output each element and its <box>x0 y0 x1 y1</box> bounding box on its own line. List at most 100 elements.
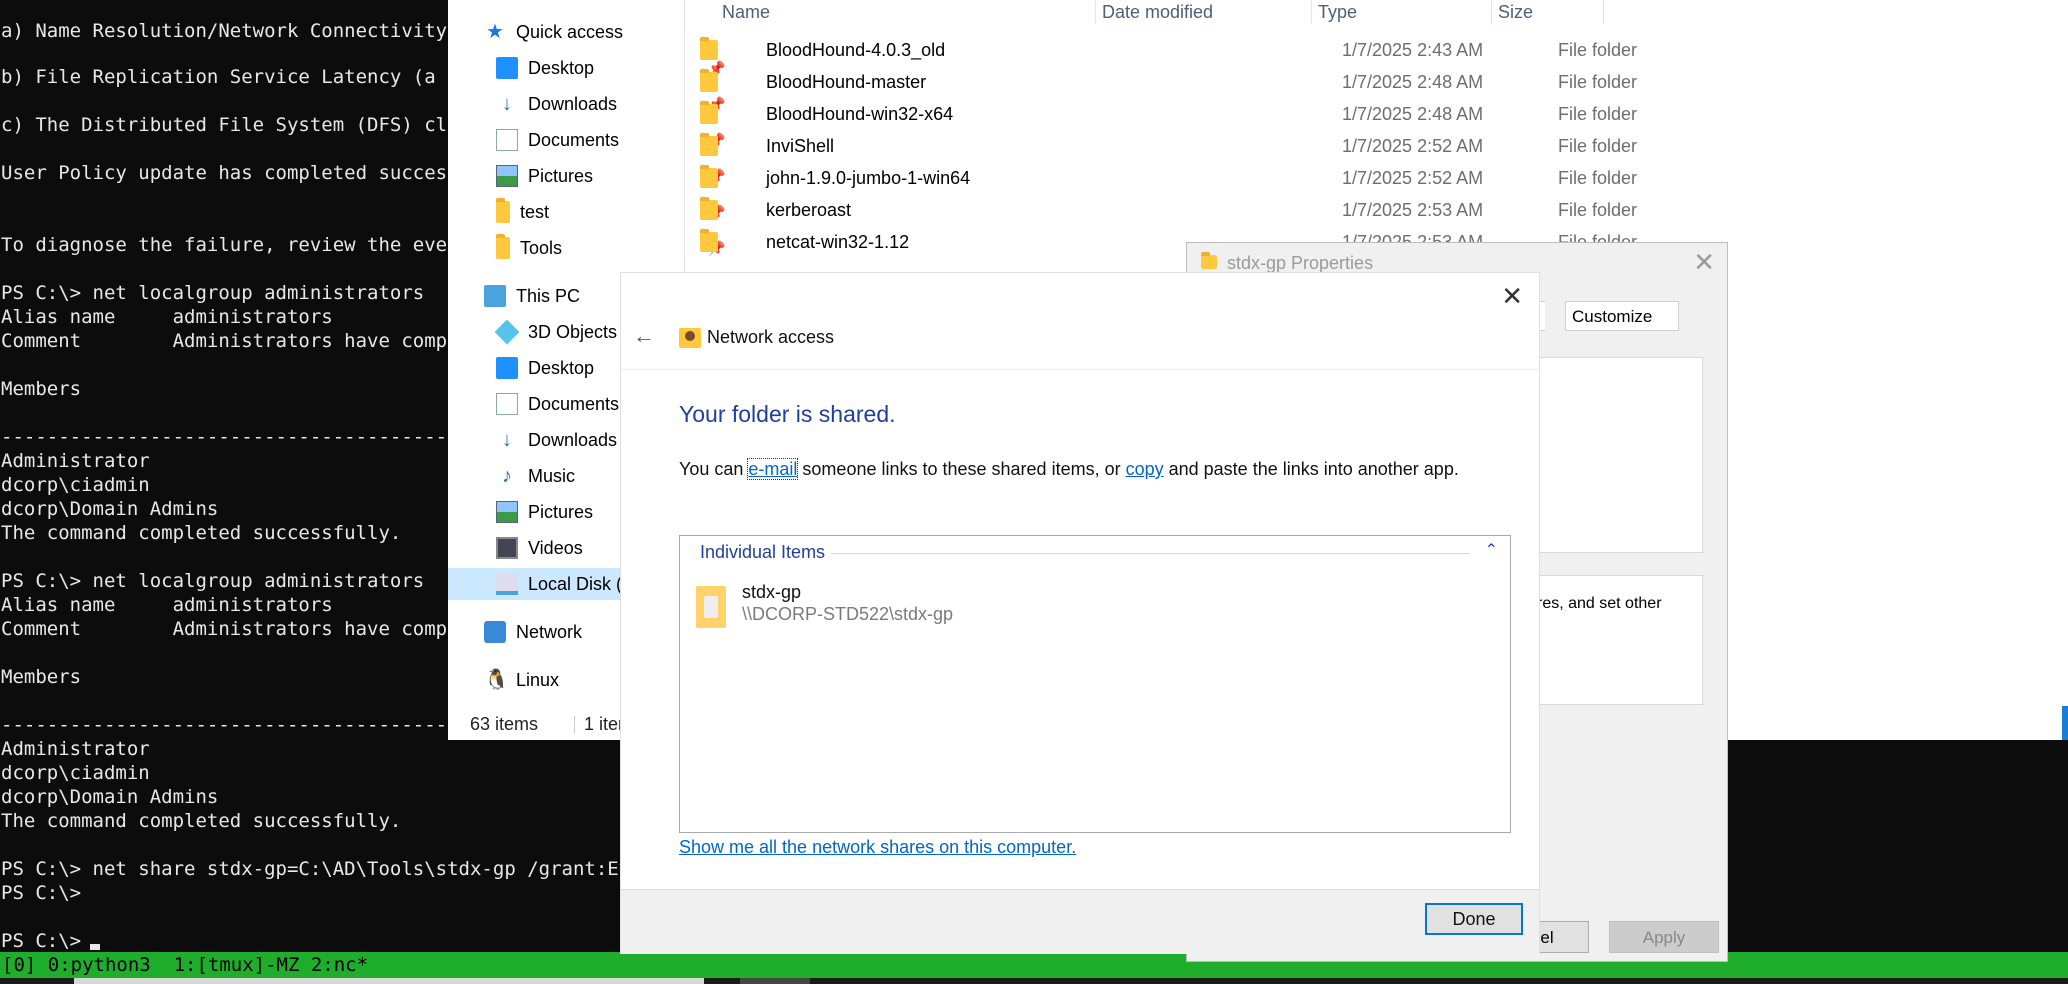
file-name: john-1.9.0-jumbo-1-win64 <box>766 168 971 188</box>
documents-icon <box>496 393 518 415</box>
back-arrow-icon[interactable]: ← <box>633 323 655 349</box>
group-divider <box>830 553 1470 554</box>
folder-icon <box>700 69 718 92</box>
file-name: BloodHound-master <box>766 72 927 92</box>
terminal-line: The command completed successfully. <box>1 810 402 832</box>
file-date: 1/7/2025 2:53 AM <box>1342 200 1484 220</box>
dialog-heading: Your folder is shared. <box>679 401 896 427</box>
downloads-icon: ↓ <box>502 429 512 451</box>
pictures-icon <box>496 501 518 523</box>
file-name: kerberoast <box>766 200 852 220</box>
terminal-line: a) Name Resolution/Network Connectivity … <box>1 20 470 42</box>
file-type: File folder <box>1558 136 1638 156</box>
nav-label: Local Disk (C <box>528 574 636 594</box>
videos-icon <box>496 537 518 559</box>
nav-videos[interactable]: Videos <box>496 532 583 564</box>
column-header-date[interactable]: Date modified <box>1096 0 1312 24</box>
file-row[interactable]: InviShell 1/7/2025 2:52 AM File folder <box>684 130 1732 162</box>
terminal-line: The command completed successfully. <box>1 522 402 544</box>
column-header-size[interactable]: Size <box>1492 0 1604 24</box>
cube-icon <box>494 319 520 345</box>
terminal-line: User Policy update has completed success… <box>1 162 470 184</box>
nav-pc-documents[interactable]: Documents <box>496 388 619 420</box>
terminal-line: Comment Administrators have comple <box>1 330 470 352</box>
terminal-line: PS C:\> net share stdx-gp=C:\AD\Tools\st… <box>1 858 654 880</box>
file-row[interactable]: john-1.9.0-jumbo-1-win64 1/7/2025 2:52 AM… <box>684 162 1732 194</box>
folder-icon <box>700 37 718 60</box>
share-name[interactable]: stdx-gp <box>742 582 801 603</box>
file-row[interactable]: BloodHound-win32-x64 1/7/2025 2:48 AM File… <box>684 98 1732 130</box>
file-name: BloodHound-win32-x64 <box>766 104 954 124</box>
file-date: 1/7/2025 2:48 AM <box>1342 72 1484 92</box>
file-row[interactable]: BloodHound-master 1/7/2025 2:48 AM File fo… <box>684 66 1732 98</box>
terminal-line: To diagnose the failure, review the even… <box>1 234 470 256</box>
nav-label: Desktop <box>528 58 595 78</box>
folder-icon <box>700 229 718 252</box>
file-row[interactable]: BloodHound-4.0.3_old 1/7/2025 2:43 AM File… <box>684 34 1732 66</box>
copy-link[interactable]: copy <box>1126 459 1164 479</box>
tmux-status-bar[interactable]: [0] 0:python3 1:[tmux]-MZ 2:nc* <box>0 952 2068 978</box>
network-access-dialog[interactable]: ✕ ← Network access Your folder is shared… <box>620 272 1541 954</box>
terminal-line: Alias name administrators <box>1 306 333 328</box>
file-date: 1/7/2025 2:52 AM <box>1342 168 1484 188</box>
file-name: BloodHound-4.0.3_old <box>766 40 946 60</box>
nav-label: Documents <box>528 394 620 414</box>
shared-folder-icon <box>696 586 726 628</box>
dialog-description: You can e-mail someone links to these sh… <box>679 458 1459 480</box>
nav-label: Network <box>516 622 583 642</box>
description-text: and paste the links into another app. <box>1163 459 1459 479</box>
downloads-icon: ↓ <box>502 93 512 115</box>
apply-button[interactable]: Apply <box>1609 921 1719 953</box>
properties-description: res, and set other <box>1537 595 1662 612</box>
nav-label: Tools <box>520 238 563 258</box>
nav-pc-desktop[interactable]: Desktop <box>496 352 594 384</box>
group-label: Individual Items <box>700 542 832 563</box>
terminal-line: b) File Replication Service Latency (a f… <box>1 66 470 88</box>
done-button[interactable]: Done <box>1425 903 1523 935</box>
nav-this-pc[interactable]: This PC <box>484 280 580 312</box>
nav-label: Documents <box>528 130 620 150</box>
nav-label: Quick access <box>516 22 624 42</box>
nav-label: Desktop <box>528 358 595 378</box>
chevron-up-icon[interactable]: ⌃ <box>1485 540 1498 560</box>
close-icon[interactable]: ✕ <box>1501 281 1523 312</box>
nav-label: test <box>520 202 550 222</box>
star-icon: ★ <box>486 21 504 43</box>
terminal-line: Members <box>1 666 82 688</box>
email-link[interactable]: e-mail <box>747 458 799 480</box>
file-row[interactable]: kerberoast 1/7/2025 2:53 AM File folder <box>684 194 1732 226</box>
terminal-line: dcorp\ciadmin <box>1 474 150 496</box>
linux-penguin-icon: 🐧 <box>484 669 509 691</box>
folder-icon <box>700 165 718 188</box>
tab-customize[interactable]: Customize <box>1565 301 1679 331</box>
file-date: 1/7/2025 2:52 AM <box>1342 136 1484 156</box>
file-type: File folder <box>1558 104 1638 124</box>
file-name: netcat-win32-1.12 <box>766 232 910 252</box>
nav-label: Music <box>528 466 576 486</box>
column-header-type[interactable]: Type <box>1312 0 1492 24</box>
nav-pc-pictures[interactable]: Pictures <box>496 496 593 528</box>
folder-icon <box>700 101 718 124</box>
nav-network[interactable]: Network <box>484 616 582 648</box>
terminal-line: Comment Administrators have comple <box>1 618 470 640</box>
nav-quick-access[interactable]: ★ Quick access <box>484 16 623 48</box>
terminal-line: Administrator <box>1 450 150 472</box>
shared-items-list[interactable]: Individual Items ⌃ stdx-gp \\DCORP-STD52… <box>679 535 1511 833</box>
close-icon[interactable]: ✕ <box>1693 247 1715 278</box>
column-header-name[interactable]: Name <box>716 0 1096 24</box>
show-network-shares-link[interactable]: Show me all the network shares on this c… <box>679 837 1076 858</box>
description-text: You can <box>679 459 749 479</box>
share-path[interactable]: \\DCORP-STD522\stdx-gp <box>742 604 953 625</box>
folder-icon <box>700 133 718 156</box>
terminal-line: dcorp\Domain Admins <box>1 786 219 808</box>
taskbar-segment <box>74 978 704 984</box>
folder-icon <box>496 234 510 259</box>
nav-music[interactable]: ♪ Music <box>496 460 575 492</box>
column-headers: Name Date modified Type Size <box>684 0 1732 24</box>
file-date: 1/7/2025 2:43 AM <box>1342 40 1484 60</box>
nav-pc-downloads[interactable]: ↓ Downloads <box>496 424 617 456</box>
nav-3d-objects[interactable]: 3D Objects <box>494 316 617 348</box>
nav-linux[interactable]: 🐧 Linux <box>484 664 559 696</box>
nav-label: Downloads <box>528 430 618 450</box>
nav-label: Videos <box>528 538 583 558</box>
